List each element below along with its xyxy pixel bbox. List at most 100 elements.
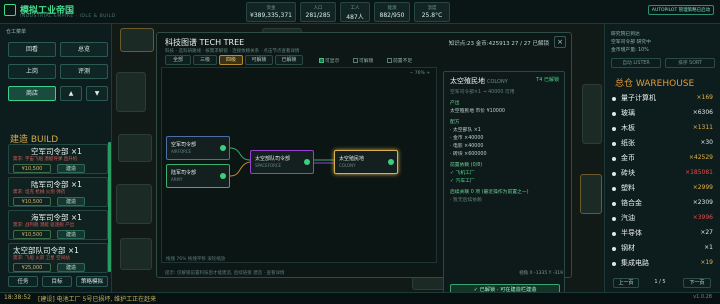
warehouse-item[interactable]: 砖块 ×185081 <box>609 167 719 180</box>
tasks-button[interactable]: 任务 <box>8 276 38 287</box>
building-tile[interactable] <box>582 84 602 144</box>
warehouse-item[interactable]: 玻璃 ×6306 <box>609 107 719 120</box>
item-bullet-icon <box>612 247 616 251</box>
staffing-button[interactable]: 上岗 <box>8 64 56 79</box>
page-indicator: 1 / 5 <box>654 279 666 285</box>
filter-unlockable-tab[interactable]: 可解锁 <box>245 55 273 65</box>
warehouse-item[interactable]: 集成电路 ×19 <box>609 257 719 270</box>
detail-line: 后续关联 0 项 (最近操作为前置之一) <box>450 190 529 195</box>
warehouse-item[interactable]: 量子计算机 ×169 <box>609 92 719 105</box>
warehouse-item[interactable]: 汽油 ×3996 <box>609 212 719 225</box>
auto-lister-button[interactable]: 自动 LISTER <box>611 58 661 68</box>
filter-tier3-tab[interactable]: 三级 <box>193 55 217 65</box>
stat-money: 资金 ¥389,335,371 <box>246 2 296 22</box>
detail-line: 前置依赖 (0/8) <box>450 163 483 168</box>
review-button[interactable]: 回看 <box>8 42 56 57</box>
build-card-army[interactable]: 陆军司令部 ×1 需求: 坦克 枪械 火炮 弹药 ¥10,500 建造 <box>8 177 108 207</box>
warehouse-item[interactable]: 铬合金 ×2309 <box>609 197 719 210</box>
detail-title: 太空殖民地 COLONY <box>450 77 508 85</box>
sort-button[interactable]: 排序 SORT <box>665 58 715 68</box>
warehouse-item-qty: ×19 <box>700 259 713 266</box>
tech-node-spaceforce[interactable]: 太空部队司令部 SPACEFORCE <box>250 150 314 174</box>
build-card-requirements: 需求: 宇宙飞船 潜艇导弹 直升机 <box>13 157 78 162</box>
item-bullet-icon <box>612 157 616 161</box>
build-button[interactable]: 建造 <box>57 230 85 239</box>
warehouse-item[interactable]: 塑料 ×2999 <box>609 182 719 195</box>
build-button[interactable]: 建造 <box>57 164 85 173</box>
build-card-navy[interactable]: 海军司令部 ×1 需求: 战列舰 潜艇 驱逐舰 产出 ¥10,500 建造 <box>8 210 108 240</box>
stat-energy: 能源 882/950 <box>374 2 410 22</box>
build-card-airforce[interactable]: 空军司令部 ×1 需求: 宇宙飞船 潜艇导弹 直升机 ¥10,500 建造 <box>8 144 108 174</box>
warehouse-item-name: 塑料 <box>621 184 635 192</box>
building-tile[interactable] <box>118 134 152 162</box>
build-button[interactable]: 建造 <box>57 197 85 206</box>
shop-button[interactable]: 商店 <box>8 86 56 101</box>
tech-node-colony[interactable]: 太空殖民地 COLONY <box>334 150 398 174</box>
show-checkbox[interactable]: 可显示 <box>319 57 339 64</box>
build-button[interactable]: 建造 <box>57 263 85 272</box>
tech-node-airforce[interactable]: 空军司令部 AIRFORCE <box>166 136 230 160</box>
filter-all-tab[interactable]: 全部 <box>165 55 191 65</box>
detail-line: ✓ 汽车工厂 <box>450 179 475 184</box>
build-card-requirements: 需求: 战列舰 潜艇 驱逐舰 产出 <box>13 223 75 228</box>
stat-workers: 工人 487人 <box>340 2 370 22</box>
warehouse-item-qty: ×30 <box>700 139 713 146</box>
unlocked-icon <box>220 145 226 151</box>
detail-line: · 暂无后续依赖 <box>450 198 482 203</box>
next-page-button[interactable]: 下一页 <box>683 278 711 288</box>
research-current: 空军司令部 研究中 <box>611 40 651 45</box>
warehouse-item-name: 钢材 <box>621 244 635 252</box>
detail-line: · 砖块 ×600000 <box>450 152 487 157</box>
prev-page-button[interactable]: 上一页 <box>613 278 639 288</box>
warehouse-item[interactable]: 木板 ×1311 <box>609 122 719 135</box>
warehouse-item-qty: ×1 <box>704 244 713 251</box>
building-tile[interactable] <box>116 72 146 112</box>
tech-tree-canvas[interactable]: − 76% + 空军司令部 AIRFORCE 陆军司令部 ARMY 太空部队司令部 S… <box>161 67 437 263</box>
warehouse-item-name: 半导体 <box>621 229 642 237</box>
warehouse-item[interactable]: 半导体 ×27 <box>609 227 719 240</box>
stat-temperature: 温度 25.8°C <box>414 2 450 22</box>
build-list-scrollbar[interactable] <box>108 142 111 272</box>
warehouse-item[interactable]: 钢材 ×1 <box>609 242 719 255</box>
detail-line: · 金币 ×40000 <box>450 136 484 141</box>
modal-description: 科技 - 选科研路线 · 按需求解锁 · 连接依赖关系 · 点击节点查看详情 <box>165 49 300 54</box>
building-tile[interactable] <box>116 184 152 224</box>
unlocked-icon <box>388 159 394 165</box>
unlocked-icon <box>220 173 226 179</box>
warehouse-item-qty: ×2999 <box>692 184 713 191</box>
strategy-sim-button[interactable]: 策略模拟 <box>76 276 108 287</box>
unlockable-checkbox[interactable]: 可解锁 <box>353 57 373 64</box>
warehouse-item-qty: ×169 <box>696 94 713 101</box>
build-card-cost: ¥10,500 <box>13 197 51 206</box>
prereq-missing-checkbox[interactable]: 前置不足 <box>387 57 412 64</box>
autopilot-button[interactable]: AUTOPILOT 管理策略已启动 <box>648 5 714 15</box>
review-score-button[interactable]: 评测 <box>60 64 108 79</box>
version-label: v1.0.28 <box>693 294 712 300</box>
arrow-down-button[interactable]: ▼ <box>86 86 108 101</box>
warehouse-item-qty: ×6306 <box>692 109 713 116</box>
filter-tier4-tab[interactable]: 四级 <box>219 55 243 65</box>
tech-detail-panel: 太空殖民地 COLONY T4 已解锁 空军司令部×1 → 40000 可用 产出… <box>443 71 565 303</box>
tech-node-army[interactable]: 陆军司令部 ARMY <box>166 164 230 188</box>
warehouse-title: 总仓 WAREHOUSE <box>615 79 695 89</box>
research-status: 研究院已到达 <box>611 32 640 37</box>
filter-unlocked-tab[interactable]: 已解锁 <box>275 55 303 65</box>
warehouse-item-qty: ×27 <box>700 229 713 236</box>
detail-line: 产出 <box>450 101 460 106</box>
warehouse-item[interactable]: 金币 ×42529 <box>609 152 719 165</box>
item-bullet-icon <box>612 127 616 131</box>
checkbox-icon <box>387 58 392 63</box>
arrow-up-button[interactable]: ▲ <box>60 86 82 101</box>
close-button[interactable]: × <box>554 36 566 48</box>
warehouse-item-qty: ×42529 <box>688 154 713 161</box>
building-tile[interactable] <box>120 28 154 52</box>
goals-button[interactable]: 目标 <box>42 276 72 287</box>
warehouse-item[interactable]: 纸张 ×30 <box>609 137 719 150</box>
build-card-spaceforce[interactable]: 太空部队司令部 ×1 需求: 飞船 火箭 卫星 空间站 ¥25,000 建造 <box>8 243 108 273</box>
overview-button[interactable]: 总览 <box>60 42 108 57</box>
item-bullet-icon <box>612 217 616 221</box>
item-bullet-icon <box>612 112 616 116</box>
building-tile[interactable] <box>120 238 152 270</box>
building-tile[interactable] <box>580 174 602 214</box>
build-card-requirements: 需求: 飞船 火箭 卫星 空间站 <box>13 256 70 261</box>
